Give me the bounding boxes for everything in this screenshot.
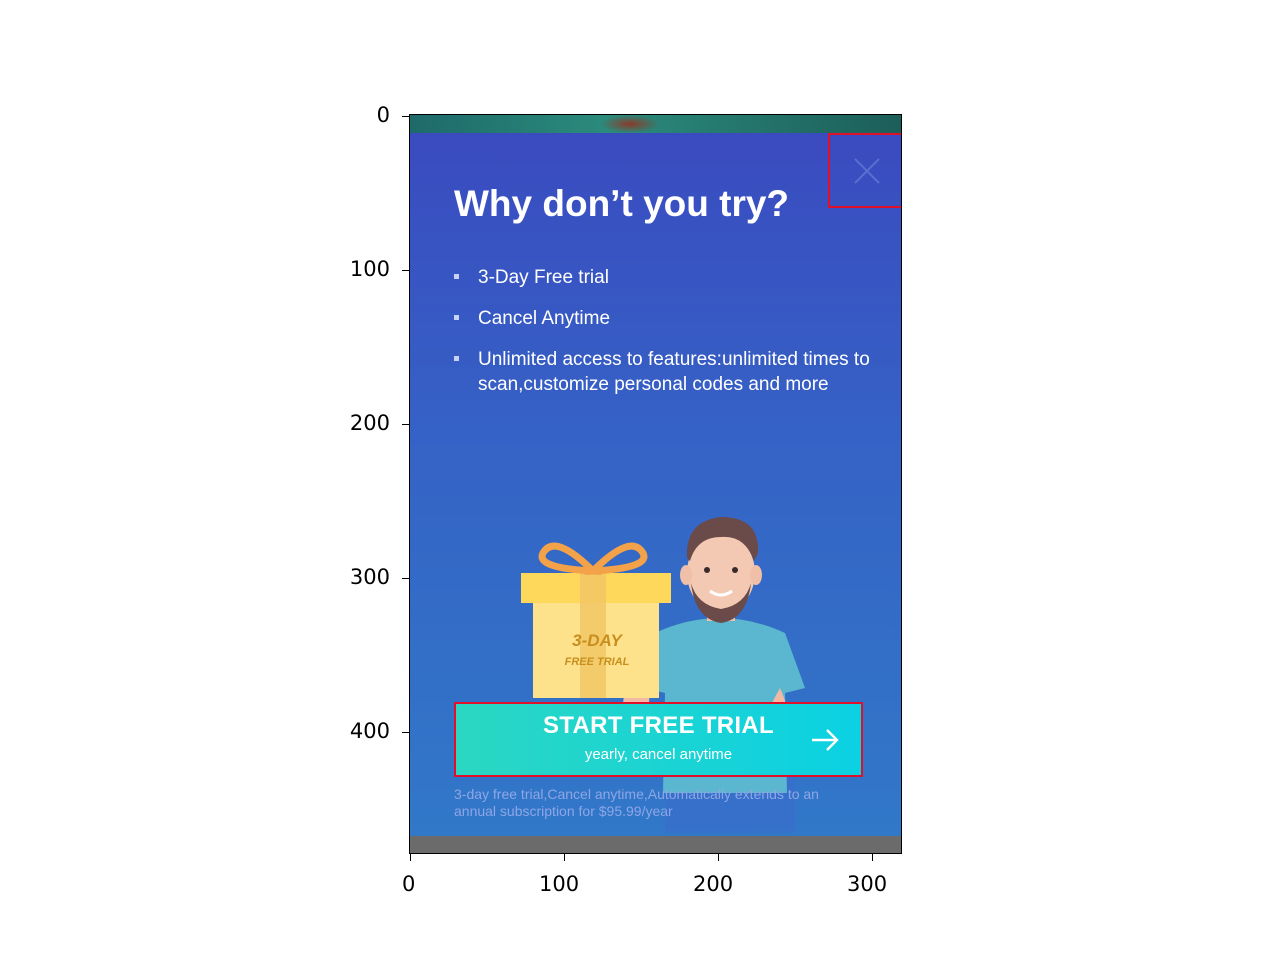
bullet-icon bbox=[454, 274, 459, 279]
feature-text: Cancel Anytime bbox=[478, 308, 611, 329]
close-icon[interactable] bbox=[853, 157, 881, 185]
x-tickmark-300 bbox=[872, 854, 873, 861]
feature-item: 3-Day Free trial bbox=[454, 265, 874, 290]
feature-text: 3-Day Free trial bbox=[478, 267, 609, 288]
feature-text: Unlimited access to features:unlimited t… bbox=[478, 349, 870, 395]
background-app-strip bbox=[410, 115, 901, 133]
bullet-icon bbox=[454, 315, 459, 320]
y-tickmark-400 bbox=[402, 732, 409, 733]
system-nav-bar bbox=[410, 836, 901, 853]
screenshot-frame: Why don’t you try? 3-Day Free trial Canc… bbox=[409, 114, 902, 854]
y-tick-200: 200 bbox=[349, 411, 390, 435]
x-tick-200: 200 bbox=[693, 872, 734, 896]
feature-list: 3-Day Free trial Cancel Anytime Unlimite… bbox=[454, 265, 874, 413]
bullet-icon bbox=[454, 356, 459, 361]
x-tickmark-0 bbox=[410, 854, 411, 861]
x-tick-0: 0 bbox=[402, 872, 416, 896]
y-tick-400: 400 bbox=[349, 719, 390, 743]
dialog-title: Why don’t you try? bbox=[454, 183, 790, 224]
y-tickmark-300 bbox=[402, 578, 409, 579]
y-tickmark-200 bbox=[402, 424, 409, 425]
cta-subtitle: yearly, cancel anytime bbox=[584, 746, 733, 763]
y-tick-100: 100 bbox=[349, 257, 390, 281]
x-tick-100: 100 bbox=[539, 872, 580, 896]
feature-item: Unlimited access to features:unlimited t… bbox=[454, 347, 874, 397]
x-tickmark-200 bbox=[718, 854, 719, 861]
close-button[interactable] bbox=[828, 133, 901, 208]
cta-title: START FREE TRIAL bbox=[542, 712, 774, 739]
arrow-right-icon bbox=[812, 729, 839, 751]
subscription-disclaimer: 3-day free trial,Cancel anytime,Automati… bbox=[454, 786, 819, 819]
y-tick-300: 300 bbox=[349, 565, 390, 589]
gift-box-label-line2: FREE TRIAL bbox=[565, 656, 630, 668]
y-tickmark-0 bbox=[402, 116, 409, 117]
y-tick-0: 0 bbox=[376, 103, 390, 127]
y-tickmark-100 bbox=[402, 270, 409, 271]
start-free-trial-button[interactable]: START FREE TRIAL yearly, cancel anytime bbox=[454, 702, 863, 777]
trial-offer-dialog: Why don’t you try? 3-Day Free trial Canc… bbox=[410, 133, 901, 836]
x-tick-300: 300 bbox=[847, 872, 888, 896]
gift-box-label-line1: 3-DAY bbox=[572, 631, 623, 650]
x-tickmark-100 bbox=[564, 854, 565, 861]
feature-item: Cancel Anytime bbox=[454, 306, 874, 331]
